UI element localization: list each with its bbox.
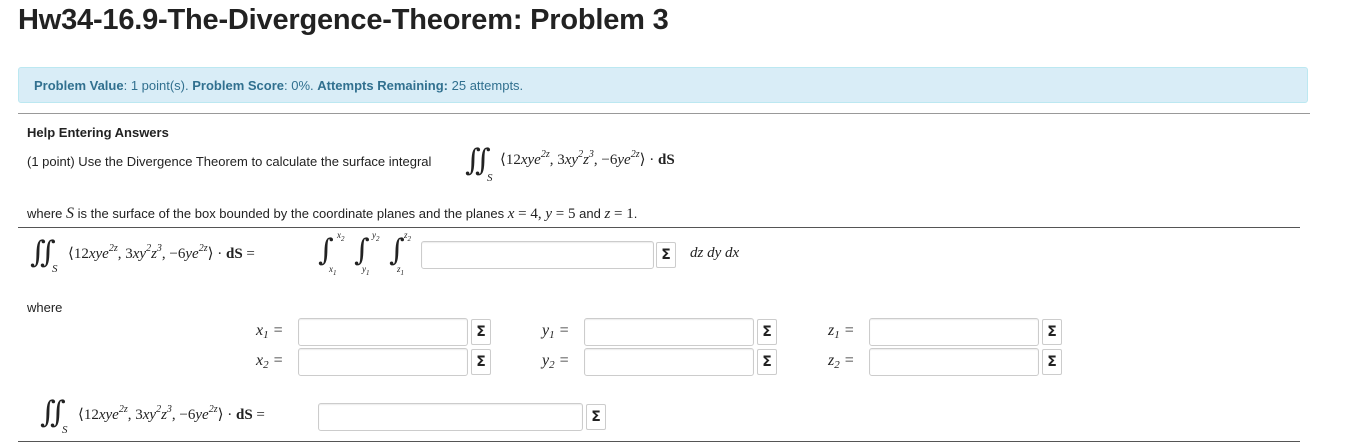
divider <box>18 227 1300 228</box>
equation-editor-button[interactable]: Σ <box>1042 319 1062 345</box>
vector-field-expression: ⟨12xye2z, 3xy2z3, −6ye2z⟩ · dS <box>500 149 675 169</box>
x1-input[interactable] <box>298 318 468 346</box>
upper-limit-z2: z2 <box>404 230 412 243</box>
z-plane: z = 1 <box>604 206 634 222</box>
x2-input[interactable] <box>298 348 468 376</box>
where-prefix: where <box>27 206 63 221</box>
lower-limit-y1: y1 <box>362 264 370 277</box>
where-line: where S is the surface of the box bounde… <box>27 205 638 222</box>
lower-limit-z1: z1 <box>397 264 405 277</box>
z1-label: z1 = <box>828 322 855 341</box>
where-label: where <box>27 300 63 315</box>
and-word: and <box>579 206 601 221</box>
y1-label: y1 = <box>542 322 570 341</box>
equation-editor-button[interactable]: Σ <box>757 349 777 375</box>
z2-input[interactable] <box>869 348 1039 376</box>
attempts-remaining-text: 25 attempts. <box>451 78 524 93</box>
x2-label: x2 = <box>256 352 284 371</box>
y2-label: y2 = <box>542 352 570 371</box>
integral-y-icon: ∫ <box>354 233 370 268</box>
surface-subscript: S <box>487 172 493 184</box>
lower-limit-x1: x1 <box>329 264 337 277</box>
y2-input[interactable] <box>584 348 754 376</box>
z2-label: z2 = <box>828 352 855 371</box>
vector-field-expression: ⟨12xye2z, 3xy2z3, −6ye2z⟩ · dS = <box>68 243 255 263</box>
help-entering-answers-link[interactable]: Help Entering Answers <box>27 125 169 140</box>
equation-editor-button[interactable]: Σ <box>757 319 777 345</box>
planes-equation: x = 4, y = 5 <box>507 206 576 222</box>
differentials: dz dy dx <box>690 245 740 261</box>
integrand-input[interactable] <box>421 241 654 269</box>
divider <box>18 113 1310 114</box>
upper-limit-x2: x2 <box>337 230 345 243</box>
divider <box>18 441 1300 442</box>
equation-editor-button[interactable]: Σ <box>586 404 606 430</box>
final-answer-input[interactable] <box>318 403 583 431</box>
problem-score-label: Problem Score <box>192 78 285 93</box>
page-title: Hw34-16.9-The-Divergence-Theorem: Proble… <box>18 4 669 36</box>
surface-symbol: S <box>66 205 75 222</box>
vector-field-expression: ⟨12xye2z, 3xy2z3, −6ye2z⟩ · dS = <box>78 404 265 424</box>
where-description: is the surface of the box bounded by the… <box>77 206 505 221</box>
problem-info-bar: Problem Value: 1 point(s). Problem Score… <box>18 67 1308 103</box>
equation-editor-button[interactable]: Σ <box>471 349 491 375</box>
z1-input[interactable] <box>869 318 1039 346</box>
problem-value-label: Problem Value <box>34 78 124 93</box>
integral-z-icon: ∫ <box>389 233 405 268</box>
problem-score-text: : 0%. <box>284 78 314 93</box>
surface-subscript: S <box>52 263 58 275</box>
equation-editor-button[interactable]: Σ <box>656 242 676 268</box>
attempts-remaining-label: Attempts Remaining: <box>317 78 448 93</box>
problem-intro: (1 point) Use the Divergence Theorem to … <box>27 154 432 169</box>
surface-subscript: S <box>62 424 68 436</box>
x1-label: x1 = <box>256 322 284 341</box>
equation-editor-button[interactable]: Σ <box>1042 349 1062 375</box>
integral-x-icon: ∫ <box>318 233 334 268</box>
y1-input[interactable] <box>584 318 754 346</box>
equation-editor-button[interactable]: Σ <box>471 319 491 345</box>
problem-value-text: : 1 point(s). <box>123 78 189 93</box>
upper-limit-y2: y2 <box>372 230 380 243</box>
